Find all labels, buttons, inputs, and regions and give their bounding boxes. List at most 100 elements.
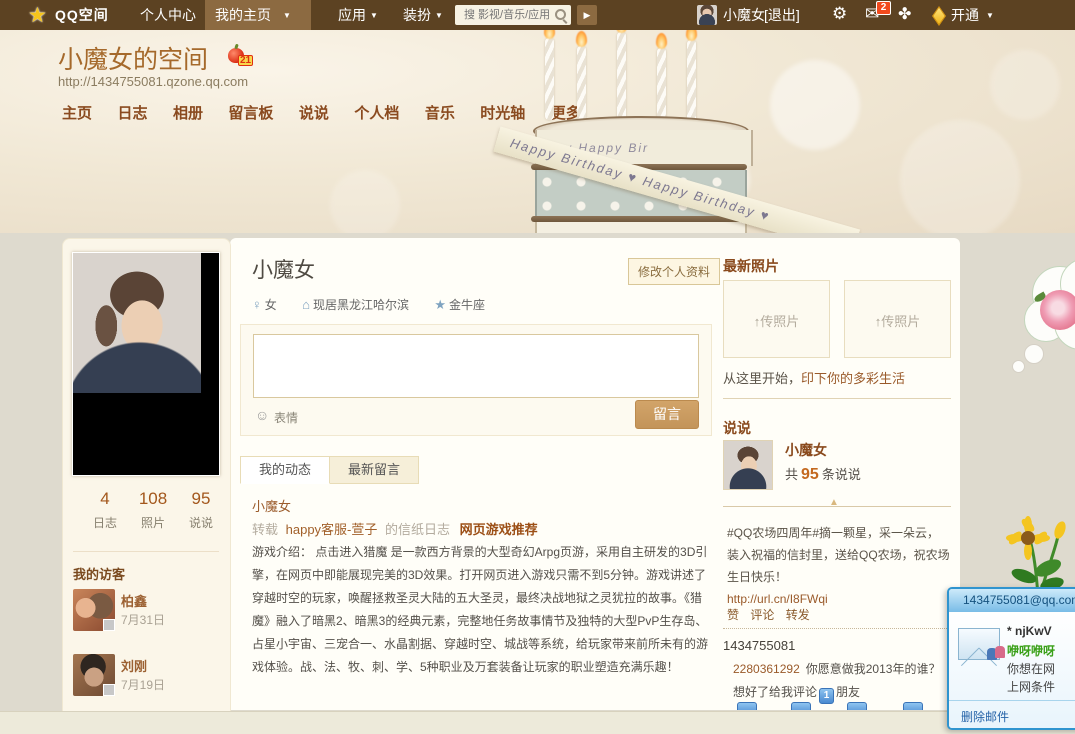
visitor-avatar[interactable]: [73, 654, 115, 696]
comment-author-link[interactable]: 2280361292: [733, 662, 800, 676]
tab-shuoshuo[interactable]: 说说: [299, 102, 329, 123]
qq-number: 1434755081: [723, 638, 795, 653]
chevron-down-icon: ▼: [435, 11, 443, 20]
feed-title-link[interactable]: 网页游戏推荐: [460, 522, 538, 537]
candle-flame: [686, 30, 697, 41]
location-info: ⌂现居黑龙江哈尔滨: [302, 298, 409, 312]
tab-my-feeds[interactable]: 我的动态: [240, 456, 330, 484]
like-link[interactable]: 赞: [727, 608, 739, 622]
visitor-date: 7月31日: [121, 611, 165, 628]
stat-photos[interactable]: 108 照片: [127, 489, 179, 531]
candle: [545, 38, 554, 120]
tab-message-board[interactable]: 留言板: [228, 102, 273, 123]
mail-sender: * njKwV: [1007, 624, 1052, 638]
chevron-down-icon: ▼: [370, 11, 378, 20]
number-badge: 1: [819, 688, 834, 704]
tab-music[interactable]: 音乐: [425, 102, 455, 123]
candle: [577, 46, 586, 122]
right-sidebar: 最新照片 ↑传照片 ↑传照片 从这里开始，印下你的多彩生活 说说 小魔女 共95…: [723, 238, 953, 710]
bottom-bar: [0, 711, 1075, 734]
smiley-icon[interactable]: ☺: [255, 407, 269, 423]
mail-preview-line: 上网条件: [1007, 678, 1055, 695]
nav-personal-center[interactable]: 个人中心: [130, 0, 206, 30]
edit-profile-button[interactable]: 修改个人资料: [628, 258, 720, 285]
qzone-logo-star-icon: ★: [28, 3, 47, 28]
message-textarea[interactable]: [253, 334, 699, 398]
zodiac-info: ★金牛座: [434, 298, 485, 312]
divider: [73, 551, 219, 552]
feed-middle-text: 的信纸日志: [385, 522, 450, 537]
birthday-cake-image: lday Happy Bir Happy Birthday ♥ Happy Bi…: [505, 30, 805, 233]
feed-source-link[interactable]: happy客服-萱子: [286, 522, 378, 537]
number-badge: [737, 702, 757, 710]
upload-photo-box[interactable]: ↑传照片: [723, 280, 830, 358]
tab-albums[interactable]: 相册: [173, 102, 203, 123]
search-box[interactable]: [455, 5, 571, 25]
upload-photo-box[interactable]: ↑传照片: [844, 280, 951, 358]
nav-apps[interactable]: 应用▼: [328, 0, 378, 30]
shuoshuo-avatar[interactable]: [723, 440, 773, 490]
candle-flame: [656, 33, 667, 49]
shuoshuo-count: 共95条说说: [785, 464, 861, 484]
visitor-avatar[interactable]: [73, 589, 115, 631]
forward-link[interactable]: 转发: [786, 608, 810, 622]
candle-flame: [544, 30, 555, 39]
emoticon-button[interactable]: 表情: [274, 409, 298, 426]
tab-home[interactable]: 主页: [62, 102, 92, 123]
qzone-logo[interactable]: QQ空间: [55, 0, 109, 30]
bokeh-decoration: [990, 50, 1060, 120]
visitor-name[interactable]: 柏鑫: [121, 591, 147, 610]
top-navbar: ★ QQ空间 个人中心 我的主页▼ 应用▼ 装扮▼ ▶ 小魔女 [退出] ⚙ ✉…: [0, 0, 1075, 30]
logout-link[interactable]: [退出]: [764, 0, 800, 30]
stat-shuoshuo[interactable]: 95 说说: [175, 489, 227, 531]
photos-caption-link[interactable]: 印下你的多彩生活: [801, 371, 905, 386]
tab-latest-messages[interactable]: 最新留言: [329, 456, 419, 484]
shuoshuo-post: #QQ农场四周年#摘一颗星，采一朵云，装入祝福的信封里，送给QQ农场，祝农场生日…: [727, 522, 951, 610]
home-icon: ⌂: [302, 297, 310, 312]
tab-personal-file[interactable]: 个人档: [354, 102, 399, 123]
stat-blogs[interactable]: 4 日志: [79, 489, 131, 531]
feed-body-text: 游戏介绍： 点击进入猎魔 是一款西方背景的大型奇幻Arpg页游，采用自主研发的3…: [252, 541, 712, 679]
cloud-circle: [1024, 344, 1044, 364]
visitor-name[interactable]: 刘刚: [121, 656, 147, 675]
navbar-avatar[interactable]: [697, 5, 717, 25]
latest-photos-title: 最新照片: [723, 256, 779, 276]
number-badge: [847, 702, 867, 710]
rose-image: [1040, 290, 1075, 330]
clover-icon[interactable]: ✤: [898, 4, 911, 24]
candle: [617, 32, 626, 122]
divider: [949, 700, 1075, 701]
mail-subject-link[interactable]: 咿呀咿呀: [1007, 642, 1055, 659]
gender-icon: ♀: [252, 297, 262, 312]
leave-message-button[interactable]: 留言: [635, 400, 699, 429]
mail-count-badge: 2: [876, 1, 891, 15]
candle: [657, 48, 666, 124]
search-input[interactable]: [462, 8, 554, 22]
search-icon[interactable]: [555, 9, 566, 20]
tab-blog[interactable]: 日志: [117, 102, 147, 123]
cloud-circle: [1012, 360, 1025, 373]
comment-link[interactable]: 评论: [750, 608, 774, 622]
candle: [687, 40, 696, 122]
vip-open-link[interactable]: 开通: [951, 0, 979, 30]
camera-badge-icon: [103, 619, 115, 631]
search-go-button[interactable]: ▶: [577, 5, 597, 25]
delete-mail-link[interactable]: 删除邮件: [961, 708, 1009, 725]
navbar-username[interactable]: 小魔女: [723, 0, 765, 30]
nav-decorate[interactable]: 装扮▼: [393, 0, 443, 30]
gear-icon[interactable]: ⚙: [832, 4, 847, 24]
apple-count-badge: 21: [238, 55, 253, 66]
space-url: http://1434755081.qzone.qq.com: [58, 74, 248, 89]
bokeh-decoration: [900, 120, 1020, 233]
gender-info: ♀女: [252, 298, 277, 312]
nav-my-homepage[interactable]: 我的主页▼: [205, 0, 311, 30]
profile-info-row: ♀女 ⌂现居黑龙江哈尔滨 ★金牛座: [252, 296, 507, 313]
feed-author-link[interactable]: 小魔女: [252, 496, 291, 515]
shuoshuo-username[interactable]: 小魔女: [785, 440, 827, 460]
profile-name: 小魔女: [252, 254, 315, 284]
feed-action: 转载: [252, 522, 278, 537]
number-badge: [791, 702, 811, 710]
profile-photo[interactable]: [72, 252, 220, 476]
cake-base-band: [535, 222, 747, 233]
camera-badge-icon: [103, 684, 115, 696]
